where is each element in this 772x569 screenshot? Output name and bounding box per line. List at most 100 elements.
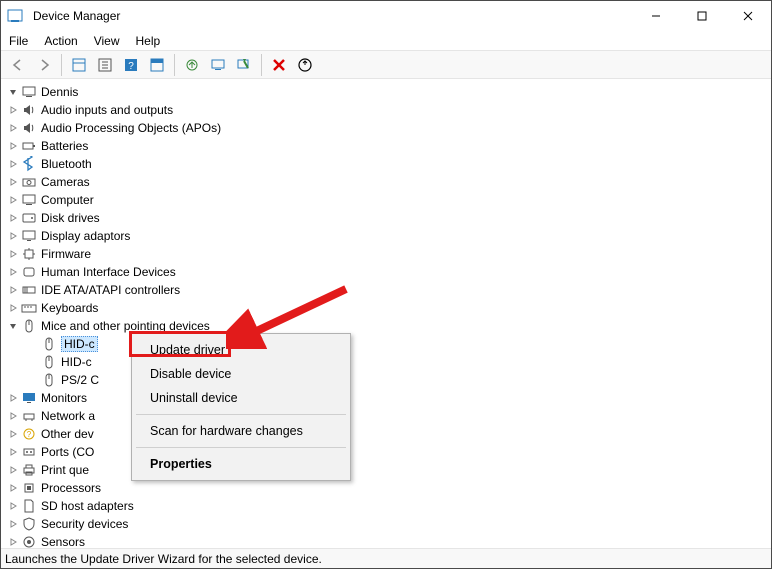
chevron-right-icon[interactable]	[5, 249, 21, 259]
tree-row[interactable]: IDE ATA/ATAPI controllers	[5, 281, 771, 299]
mouse-icon	[21, 318, 37, 334]
tree-row[interactable]: Display adaptors	[5, 227, 771, 245]
tree-row[interactable]: Audio Processing Objects (APOs)	[5, 119, 771, 137]
chevron-down-icon[interactable]	[5, 87, 21, 97]
tree-row[interactable]: Keyboards	[5, 299, 771, 317]
chevron-right-icon[interactable]	[5, 483, 21, 493]
tree-row[interactable]: Mice and other pointing devices	[5, 317, 771, 335]
computer-icon	[21, 192, 37, 208]
display-driver-icon[interactable]	[207, 54, 229, 76]
device-tree-area[interactable]: DennisAudio inputs and outputs Audio Proc…	[1, 79, 771, 548]
chevron-right-icon[interactable]	[5, 177, 21, 187]
chevron-right-icon[interactable]	[5, 231, 21, 241]
speaker-icon	[21, 102, 37, 118]
mouse-icon	[41, 336, 57, 352]
tree-row[interactable]: Firmware	[5, 245, 771, 263]
tree-row[interactable]: SD host adapters	[5, 497, 771, 515]
tree-node-label: IDE ATA/ATAPI controllers	[41, 283, 180, 297]
tree-row[interactable]: Ports (CO	[5, 443, 771, 461]
tree-row[interactable]: Network a	[5, 407, 771, 425]
chevron-right-icon[interactable]	[5, 411, 21, 421]
display-icon[interactable]	[146, 54, 168, 76]
tree-node-label: HID-c	[61, 336, 98, 352]
titlebar-left: Device Manager	[1, 8, 120, 24]
menu-action[interactable]: Action	[44, 34, 77, 48]
prop-circle-icon[interactable]	[294, 54, 316, 76]
battery-icon	[21, 138, 37, 154]
tree-node-label: SD host adapters	[41, 499, 134, 513]
svg-text:?: ?	[128, 61, 134, 72]
chevron-right-icon[interactable]	[5, 447, 21, 457]
tree-row[interactable]: Processors	[5, 479, 771, 497]
tree-node-label: Display adaptors	[41, 229, 130, 243]
show-hidden-icon[interactable]	[68, 54, 90, 76]
update-driver-icon[interactable]	[181, 54, 203, 76]
back-icon[interactable]	[7, 54, 29, 76]
chevron-right-icon[interactable]	[5, 303, 21, 313]
tree-row[interactable]: Computer	[5, 191, 771, 209]
tree-row[interactable]: Sensors	[5, 533, 771, 548]
tree-row[interactable]: Human Interface Devices	[5, 263, 771, 281]
tree-row[interactable]: ?Other dev	[5, 425, 771, 443]
tree-row[interactable]: Batteries	[5, 137, 771, 155]
tree-root-row[interactable]: Dennis	[5, 83, 771, 101]
chevron-right-icon[interactable]	[5, 285, 21, 295]
chevron-right-icon[interactable]	[5, 501, 21, 511]
toolbar-separator	[174, 54, 175, 76]
mouse-icon	[41, 354, 57, 370]
toolbar-separator	[261, 54, 262, 76]
cpu-icon	[21, 480, 37, 496]
titlebar: Device Manager	[1, 1, 771, 31]
chevron-right-icon[interactable]	[5, 465, 21, 475]
menu-help[interactable]: Help	[136, 34, 161, 48]
properties-pane-icon[interactable]	[94, 54, 116, 76]
chevron-right-icon[interactable]	[5, 429, 21, 439]
tree-row[interactable]: Cameras	[5, 173, 771, 191]
chevron-right-icon[interactable]	[5, 195, 21, 205]
menu-file[interactable]: File	[9, 34, 28, 48]
ctx-update-driver[interactable]: Update driver	[132, 338, 350, 362]
chevron-right-icon[interactable]	[5, 159, 21, 169]
ctx-properties[interactable]: Properties	[132, 452, 350, 476]
chip-icon	[21, 246, 37, 262]
ctx-separator	[136, 414, 346, 415]
ctx-scan-hardware[interactable]: Scan for hardware changes	[132, 419, 350, 443]
chevron-right-icon[interactable]	[5, 519, 21, 529]
chevron-right-icon[interactable]	[5, 393, 21, 403]
tree-row[interactable]: Bluetooth	[5, 155, 771, 173]
tree-row[interactable]: Disk drives	[5, 209, 771, 227]
chevron-right-icon[interactable]	[5, 141, 21, 151]
remove-icon[interactable]	[268, 54, 290, 76]
tree-node-label: Bluetooth	[41, 157, 92, 171]
chevron-down-icon[interactable]	[5, 321, 21, 331]
tree-row[interactable]: Monitors	[5, 389, 771, 407]
context-menu: Update driver Disable device Uninstall d…	[131, 333, 351, 481]
speaker-icon	[21, 120, 37, 136]
chevron-right-icon[interactable]	[5, 267, 21, 277]
mouse-icon	[41, 372, 57, 388]
ctx-disable-device[interactable]: Disable device	[132, 362, 350, 386]
caption-buttons	[633, 1, 771, 31]
disk-icon	[21, 210, 37, 226]
help-icon[interactable]: ?	[120, 54, 142, 76]
toolbar-separator	[61, 54, 62, 76]
chevron-right-icon[interactable]	[5, 213, 21, 223]
toolbar: ?	[1, 51, 771, 79]
tree-row[interactable]: Security devices	[5, 515, 771, 533]
ctx-uninstall-device[interactable]: Uninstall device	[132, 386, 350, 410]
network-icon	[21, 408, 37, 424]
chevron-right-icon[interactable]	[5, 105, 21, 115]
tree-node-label: Security devices	[41, 517, 128, 531]
minimize-button[interactable]	[633, 1, 679, 31]
menu-view[interactable]: View	[94, 34, 120, 48]
tree-node-label: Audio Processing Objects (APOs)	[41, 121, 221, 135]
scan-hardware-icon[interactable]	[233, 54, 255, 76]
tree-row[interactable]: Audio inputs and outputs	[5, 101, 771, 119]
close-button[interactable]	[725, 1, 771, 31]
chevron-right-icon[interactable]	[5, 123, 21, 133]
chevron-right-icon[interactable]	[5, 537, 21, 547]
forward-icon[interactable]	[33, 54, 55, 76]
tree-node-label: PS/2 C	[61, 373, 99, 387]
tree-row[interactable]: Print que	[5, 461, 771, 479]
maximize-button[interactable]	[679, 1, 725, 31]
